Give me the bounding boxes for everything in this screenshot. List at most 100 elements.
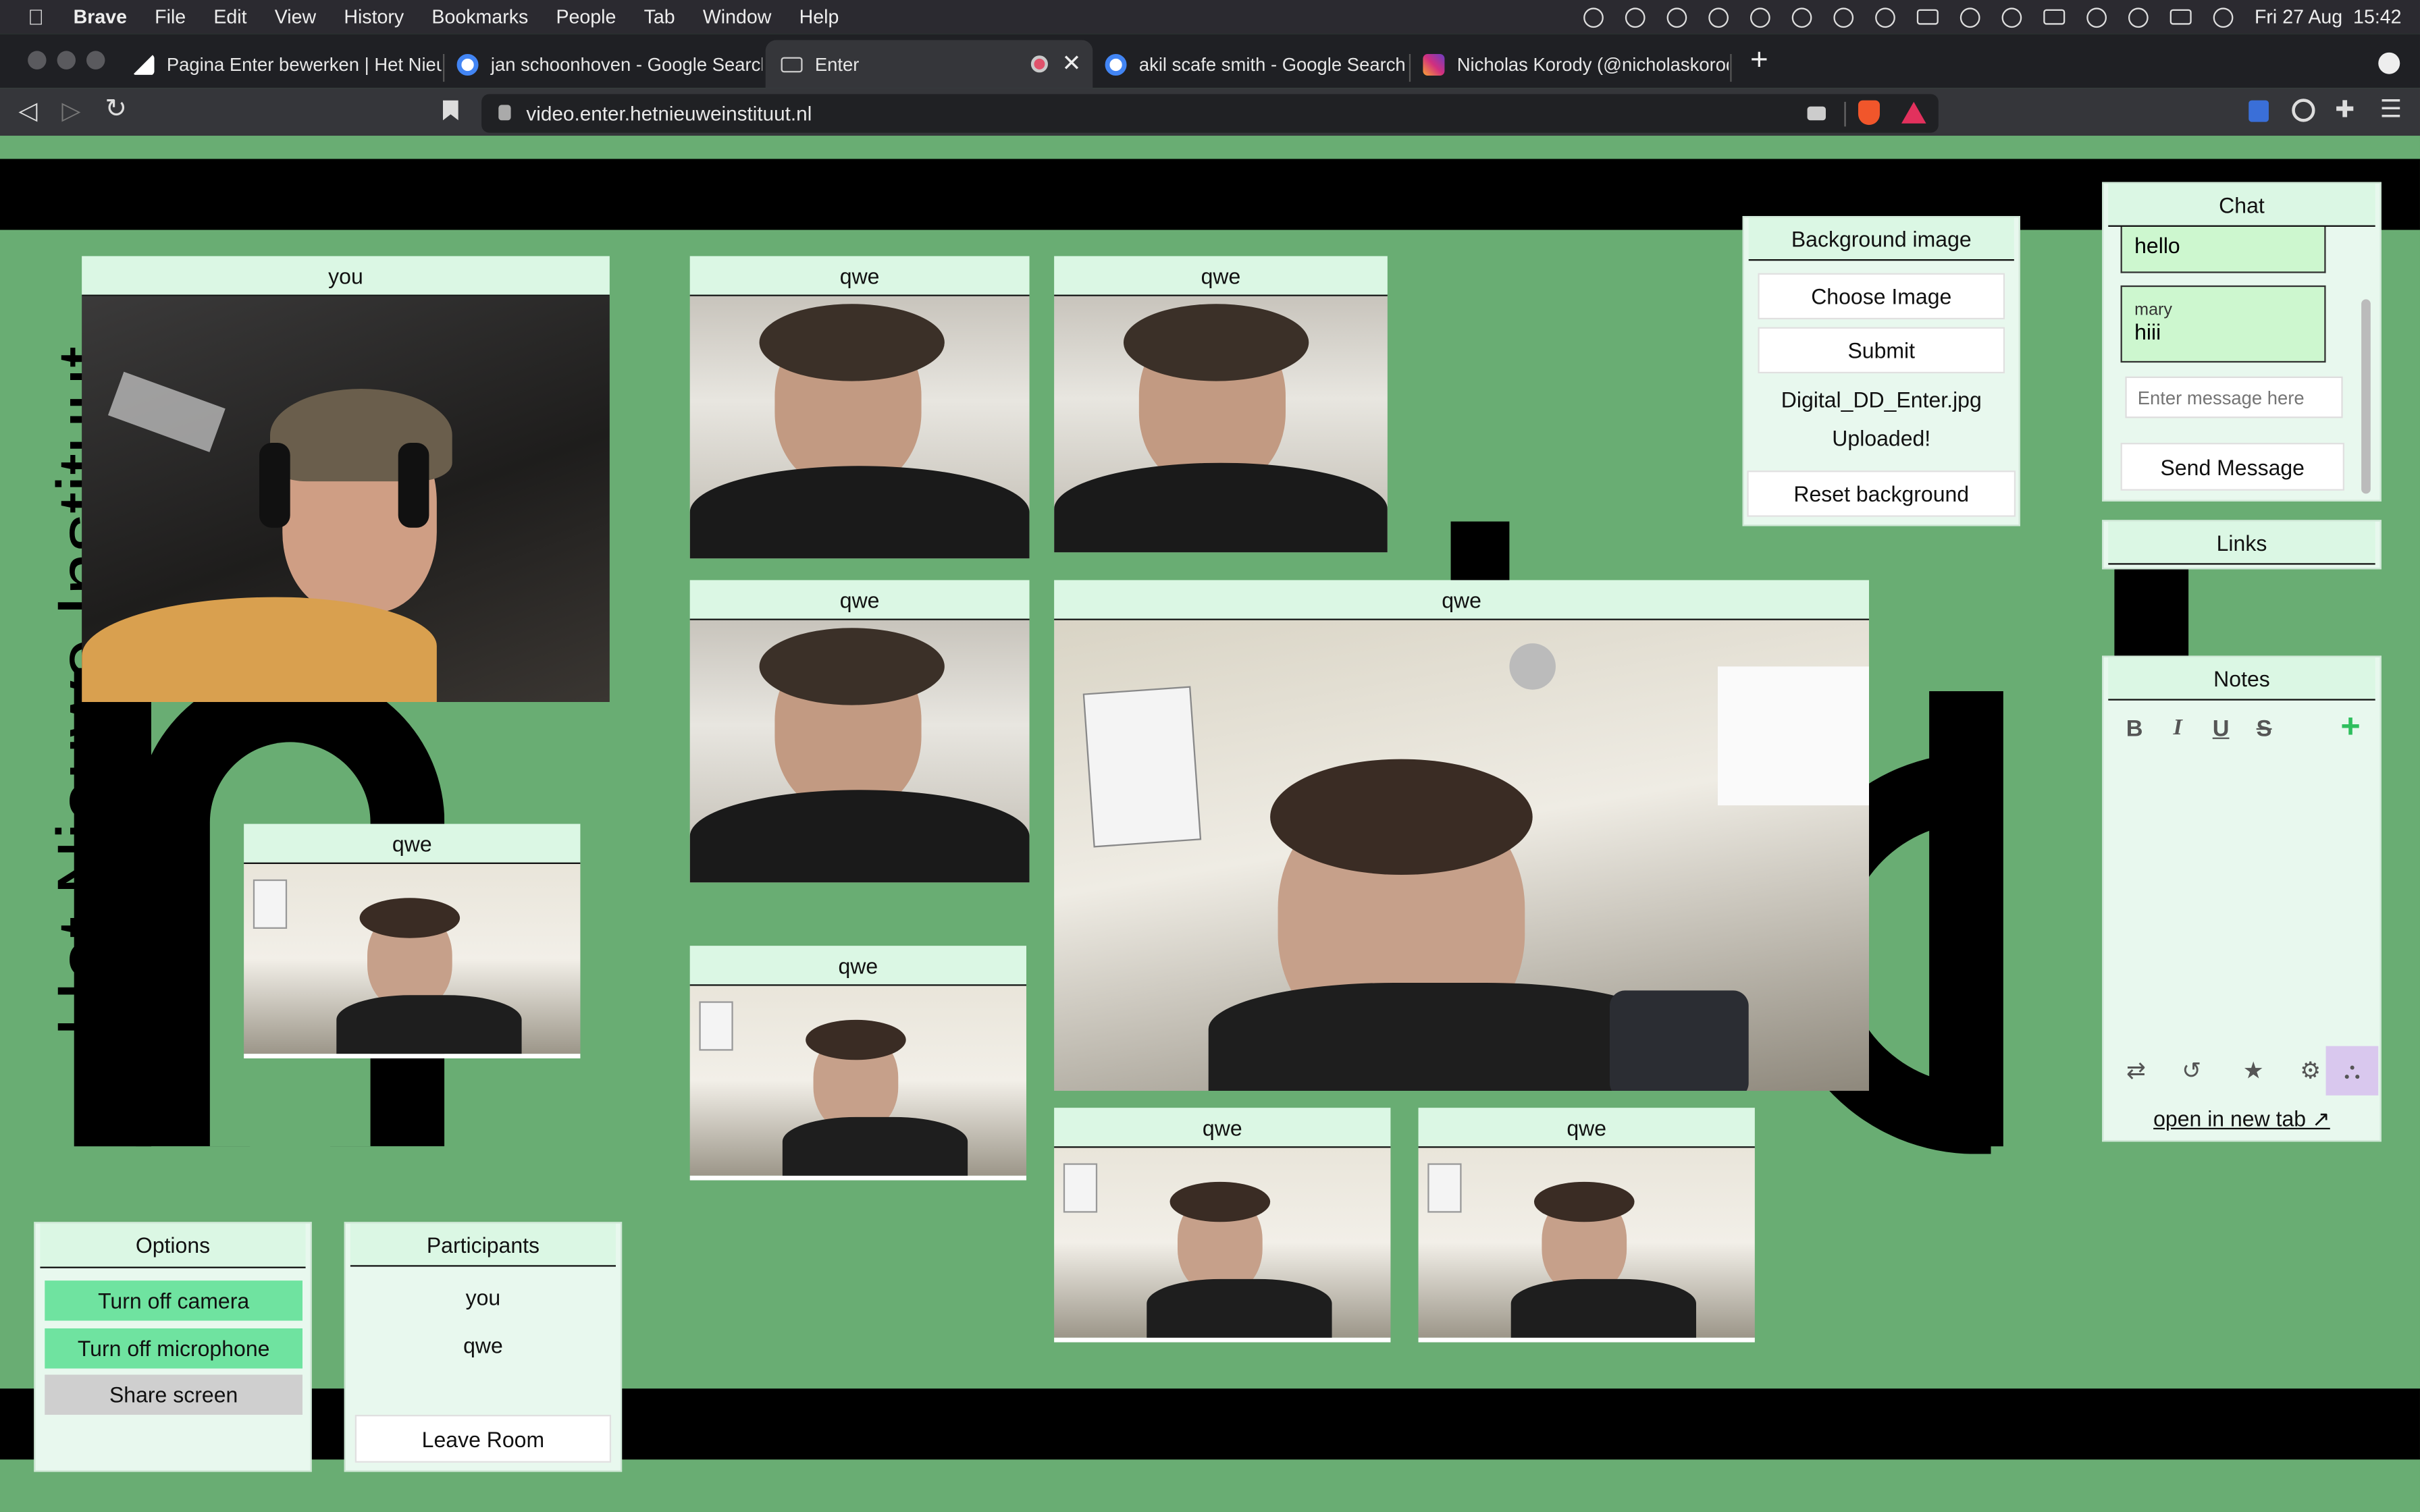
video-tile-qwe-large[interactable]: qwe: [1054, 580, 1869, 1091]
control-center-icon[interactable]: [2169, 9, 2192, 25]
video-tile-qwe[interactable]: qwe: [689, 946, 1026, 1181]
extensions-puzzle-icon[interactable]: ✚: [2335, 96, 2355, 124]
search-icon[interactable]: [2128, 7, 2149, 27]
tab-akil-scafe-smith[interactable]: akil scafe smith - Google Search: [1090, 40, 1408, 88]
video-tile-qwe[interactable]: qwe: [689, 256, 1030, 559]
camera-in-use-icon[interactable]: [1807, 106, 1826, 121]
clock[interactable]: Fri 27 Aug 15:42: [2255, 6, 2402, 28]
send-message-button[interactable]: Send Message: [2120, 442, 2344, 491]
menu-edit[interactable]: Edit: [200, 6, 261, 28]
chat-message: hello: [2120, 226, 2326, 273]
reload-icon[interactable]: ↻: [105, 94, 127, 125]
submit-button[interactable]: Submit: [1758, 327, 2005, 374]
menu-icon[interactable]: ☰: [2380, 94, 2402, 125]
instagram-icon: [1423, 53, 1445, 75]
add-note-button[interactable]: +: [2335, 707, 2366, 745]
menu-people[interactable]: People: [542, 6, 630, 28]
close-tab-icon[interactable]: ✕: [1062, 49, 1082, 77]
brave-rewards-icon[interactable]: [1901, 101, 1926, 124]
address-bar[interactable]: video.enter.hetnieuweinstituut.nl: [481, 94, 1939, 133]
display-icon[interactable]: [1916, 9, 1939, 25]
time-machine-icon[interactable]: [1750, 7, 1770, 27]
participant-video-feed: [1418, 1148, 1755, 1343]
status-icon-3[interactable]: [1666, 7, 1687, 27]
close-window-icon[interactable]: [28, 51, 47, 70]
chat-panel: Chat hello mary hiii Send Message: [2102, 182, 2382, 502]
forward-icon[interactable]: ▷: [61, 96, 80, 127]
status-icon-6[interactable]: [1791, 7, 1812, 27]
tab-nicholas-korody[interactable]: Nicholas Korody (@nicholaskorody): [1408, 40, 1729, 88]
underline-button[interactable]: U: [2205, 713, 2236, 744]
fullscreen-window-icon[interactable]: [86, 51, 105, 70]
participant-video-feed: [1054, 620, 1869, 1091]
reset-background-button[interactable]: Reset background: [1747, 470, 2016, 517]
video-tile-qwe[interactable]: qwe: [1054, 256, 1388, 553]
settings-gear-icon[interactable]: ⚙: [2294, 1054, 2327, 1087]
battery-icon[interactable]: [2043, 9, 2065, 25]
back-icon[interactable]: ◁: [18, 96, 37, 127]
turn-off-camera-button[interactable]: Turn off camera: [45, 1280, 302, 1321]
wifi-icon[interactable]: [2086, 7, 2107, 27]
tab-label: akil scafe smith - Google Search: [1138, 53, 1406, 75]
tab-enter[interactable]: Enter ✕: [765, 40, 1093, 88]
chat-title: Chat: [2108, 183, 2375, 227]
google-icon: [1105, 53, 1127, 75]
choose-image-button[interactable]: Choose Image: [1758, 273, 2005, 320]
bluetooth-icon[interactable]: [2001, 7, 2022, 27]
bookmark-icon[interactable]: [442, 100, 458, 121]
status-icon-7[interactable]: [1833, 7, 1853, 27]
italic-button[interactable]: I: [2162, 713, 2193, 744]
video-tile-qwe[interactable]: qwe: [1054, 1108, 1391, 1343]
menu-help[interactable]: Help: [785, 6, 853, 28]
extension-2-icon[interactable]: [2292, 99, 2315, 122]
status-icon-1[interactable]: [1583, 7, 1604, 27]
history-icon[interactable]: ↺: [2175, 1054, 2209, 1087]
options-panel: Options Turn off camera Turn off microph…: [34, 1222, 312, 1472]
brave-shields-icon[interactable]: [1858, 100, 1880, 126]
turn-off-microphone-button[interactable]: Turn off microphone: [45, 1328, 302, 1369]
apple-icon[interactable]: : [0, 5, 59, 30]
chat-message-input[interactable]: [2125, 376, 2343, 418]
menu-tab[interactable]: Tab: [630, 6, 689, 28]
chat-scrollbar[interactable]: [2361, 299, 2371, 494]
tab-pagina-enter[interactable]: Pagina Enter bewerken | Het Nieuwe: [117, 40, 442, 88]
message-text: hiii: [2134, 319, 2161, 344]
share-screen-button[interactable]: Share screen: [45, 1374, 302, 1415]
page-favicon-icon: [132, 53, 155, 75]
menu-app-name[interactable]: Brave: [59, 6, 141, 28]
menu-history[interactable]: History: [330, 6, 418, 28]
open-in-new-tab-link[interactable]: open in new tab ↗: [2103, 1106, 2379, 1133]
status-icon-2[interactable]: [1625, 7, 1646, 27]
tile-label: qwe: [689, 580, 1030, 620]
notes-editor[interactable]: [2113, 756, 2372, 1033]
notes-panel: Notes B I U S + ⇄ ↺ ★ ⚙ ⛬ open in new ta…: [2102, 655, 2382, 1142]
top-black-band: [0, 159, 2420, 230]
menu-file[interactable]: File: [141, 6, 200, 28]
video-tile-qwe[interactable]: qwe: [689, 580, 1030, 883]
video-tile-qwe[interactable]: qwe: [1418, 1108, 1755, 1343]
tab-jan-schoonhoven[interactable]: jan schoonhoven - Google Search: [442, 40, 762, 88]
extension-1-icon[interactable]: [2248, 100, 2269, 122]
tab-label: Pagina Enter bewerken | Het Nieuwe: [166, 53, 442, 75]
video-tile-qwe[interactable]: qwe: [244, 824, 581, 1058]
google-icon: [456, 53, 479, 75]
bold-button[interactable]: B: [2119, 713, 2150, 744]
strikethrough-button[interactable]: S: [2248, 713, 2280, 744]
menu-bookmarks[interactable]: Bookmarks: [418, 6, 542, 28]
menu-window[interactable]: Window: [689, 6, 785, 28]
play-icon[interactable]: [1708, 7, 1729, 27]
new-tab-icon[interactable]: +: [1750, 43, 1768, 79]
mac-menu-bar:  Brave File Edit View History Bookmarks…: [0, 0, 2420, 34]
minimize-window-icon[interactable]: [57, 51, 76, 70]
tab-search-icon[interactable]: [2378, 52, 2400, 74]
menu-view[interactable]: View: [261, 6, 330, 28]
share-users-icon[interactable]: ⛬: [2325, 1046, 2379, 1096]
volume-icon[interactable]: [1959, 7, 1980, 27]
moon-icon[interactable]: [1874, 7, 1895, 27]
video-tile-you[interactable]: you: [82, 256, 610, 702]
swap-icon[interactable]: ⇄: [2119, 1054, 2153, 1087]
leave-room-button[interactable]: Leave Room: [354, 1414, 612, 1463]
star-icon[interactable]: ★: [2236, 1054, 2270, 1087]
tab-label: Enter: [814, 53, 860, 75]
siri-icon[interactable]: [2213, 7, 2233, 27]
